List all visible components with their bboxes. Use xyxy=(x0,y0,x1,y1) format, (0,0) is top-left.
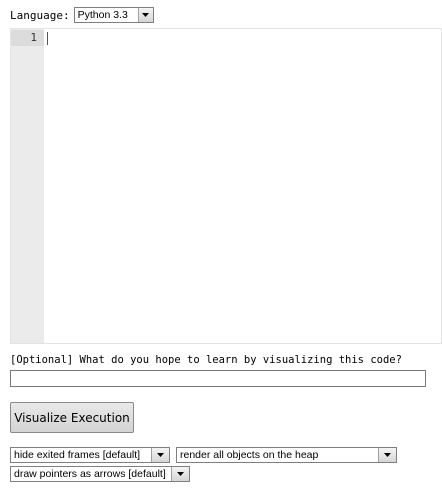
frames-option-select[interactable]: hide exited frames [default] xyxy=(10,447,170,463)
frames-option-arrow[interactable] xyxy=(151,448,169,462)
language-row: Language: Python 3.3 xyxy=(10,7,154,23)
editor-gutter xyxy=(11,29,44,343)
chevron-down-icon xyxy=(142,13,150,17)
chevron-down-icon xyxy=(157,453,164,457)
question-input[interactable] xyxy=(10,370,426,387)
question-label: [Optional] What do you hope to learn by … xyxy=(10,354,402,366)
pointers-option-select[interactable]: draw pointers as arrows [default] xyxy=(10,466,190,482)
chevron-down-icon xyxy=(177,472,184,476)
text-cursor xyxy=(47,32,48,45)
heap-option-value: render all objects on the heap xyxy=(180,449,319,461)
frames-option-value: hide exited frames [default] xyxy=(14,449,141,461)
heap-option-arrow[interactable] xyxy=(378,448,396,462)
pointers-option-value: draw pointers as arrows [default] xyxy=(14,468,166,480)
language-select-arrow[interactable] xyxy=(137,8,153,22)
line-number: 1 xyxy=(30,31,37,44)
heap-option-select[interactable]: render all objects on the heap xyxy=(176,447,397,463)
pointers-option-arrow[interactable] xyxy=(171,467,189,481)
language-select-value: Python 3.3 xyxy=(77,9,128,21)
language-select[interactable]: Python 3.3 xyxy=(73,7,154,23)
language-label: Language: xyxy=(10,8,70,22)
code-editor[interactable]: 1 xyxy=(10,28,442,344)
chevron-down-icon xyxy=(384,453,391,457)
visualize-execution-button[interactable]: Visualize Execution xyxy=(10,402,134,433)
